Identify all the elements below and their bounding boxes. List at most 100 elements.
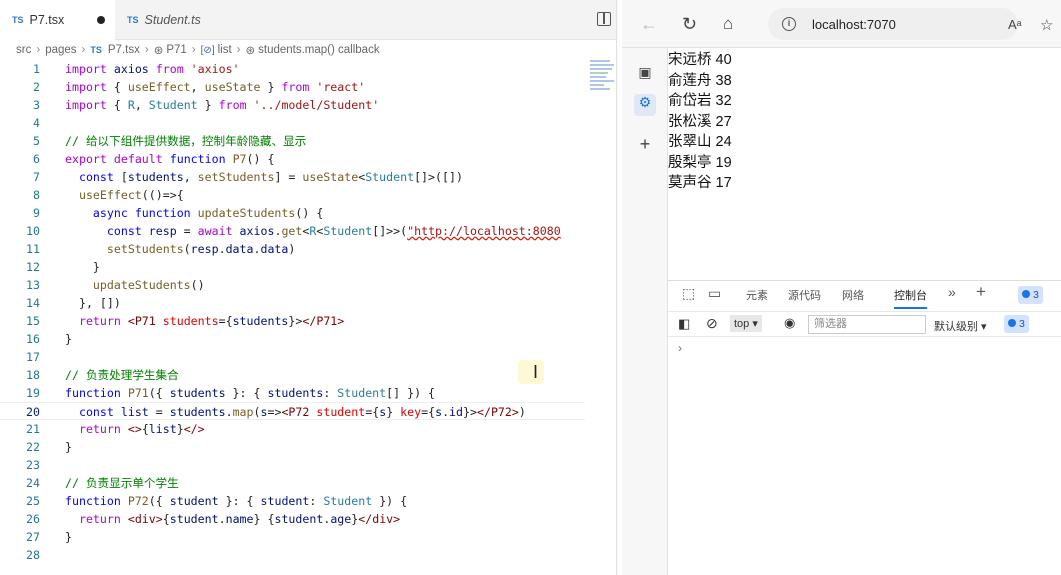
code-line: 19 function P71({ students }: { students:…	[26, 386, 436, 400]
site-info-icon[interactable]: i	[782, 17, 796, 31]
code-line: 2 import { useEffect, useState } from 're…	[33, 80, 366, 94]
tab-network[interactable]: 网络	[842, 287, 864, 303]
code-line: 7 const [students, setStudents] = useSta…	[33, 170, 463, 184]
tab-elements[interactable]: 元素	[746, 287, 768, 303]
context-value: top	[734, 318, 750, 330]
address-bar[interactable]: i localhost:7070	[768, 8, 1018, 40]
address-text: localhost:7070	[812, 16, 896, 32]
ts-file-icon: TS	[90, 45, 102, 55]
back-arrow-icon[interactable]: ←	[640, 14, 658, 35]
level-issues-count: 3	[1019, 318, 1025, 330]
live-expression-eye-icon[interactable]: ◉	[784, 315, 795, 331]
student-item: 莫声谷 17	[668, 175, 732, 191]
student-item: 宋远桥 40	[668, 52, 732, 68]
page-content: 宋远桥 40 俞莲舟 38 俞岱岩 32 张松溪 27 张翠山 24 殷梨亭 1…	[668, 50, 1061, 280]
log-level-select[interactable]: 默认级别 ▾	[934, 318, 987, 334]
devtools-tabs: ⬚ ▭ 元素 源代码 网络 控制台 » + 3	[668, 281, 1061, 309]
tab-p7-tsx[interactable]: TS P7.tsx	[0, 0, 115, 40]
breadcrumb-item[interactable]: P7.tsx	[108, 44, 140, 56]
refresh-icon[interactable]: ↻	[682, 14, 697, 35]
tab-label: Student.ts	[144, 13, 201, 27]
device-toggle-icon[interactable]: ▭	[708, 285, 721, 302]
browser-toolbar: ← ↻ ⌂ i localhost:7070 Aᵃ ☆	[622, 0, 1061, 48]
minimap[interactable]	[590, 60, 616, 100]
breadcrumb-item[interactable]: P71	[166, 44, 186, 56]
sidebar-toggle-icon[interactable]: ◧	[678, 316, 690, 332]
more-tabs-icon[interactable]: »	[948, 284, 956, 300]
tab-label: P7.tsx	[29, 13, 65, 27]
filter-input[interactable]: 筛选器	[808, 315, 926, 334]
code-line: 27}	[26, 530, 72, 544]
text-cursor-icon: I	[533, 362, 539, 382]
code-line: 14 }, [])	[26, 296, 121, 310]
issues-count: 3	[1033, 289, 1039, 301]
code-line: 28	[26, 548, 40, 562]
student-item: 俞莲舟 38	[668, 72, 732, 89]
split-editor-icon[interactable]	[597, 12, 611, 26]
code-line: 13 updateStudents()	[26, 278, 205, 292]
ts-file-icon: TS	[12, 15, 24, 25]
code-line: 24// 负责显示单个学生	[26, 476, 179, 490]
tabs-icon[interactable]: ▣	[634, 64, 656, 86]
code-line: 17	[26, 350, 40, 364]
home-icon[interactable]: ⌂	[723, 14, 733, 34]
student-item: 张翠山 24	[668, 134, 732, 150]
code-line: 8 useEffect(()=>{	[33, 188, 184, 202]
code-line: 18// 负责处理学生集合	[26, 368, 179, 382]
code-line-current: 20 const list = students.map(s=><P72 stu…	[0, 402, 585, 420]
code-line: 9 async function updateStudents() {	[33, 206, 324, 220]
clear-console-icon[interactable]: ⊘	[706, 315, 718, 332]
tab-console[interactable]: 控制台	[894, 287, 927, 309]
devtools-icon[interactable]: ⚙	[634, 94, 656, 116]
code-line: 25 function P72({ student }: { student: S…	[26, 494, 408, 508]
editor-tabs: TS P7.tsx TS Student.ts	[0, 0, 616, 40]
breadcrumb-item[interactable]: list	[218, 44, 232, 56]
breadcrumb-item[interactable]: pages	[45, 44, 76, 56]
code-line: 5// 给以下组件提供数据，控制年龄隐藏、显示	[33, 134, 307, 148]
context-select[interactable]: top ▾	[730, 315, 762, 332]
add-tab-icon[interactable]: +	[976, 282, 986, 302]
code-line: 12 }	[26, 260, 100, 274]
breadcrumb: src › pages › TS P7.tsx › ⊛ P71 › [⊘] list › …	[16, 44, 380, 57]
tab-sources[interactable]: 源代码	[788, 287, 821, 303]
console-prompt[interactable]: ›	[678, 341, 682, 355]
code-line: 4	[33, 116, 40, 130]
code-line: 23	[26, 458, 40, 472]
breadcrumb-item[interactable]: src	[16, 44, 31, 56]
tab-student-ts[interactable]: TS Student.ts	[115, 0, 225, 40]
cursor-highlight	[518, 360, 544, 384]
code-line: 1 import axios from 'axios'	[33, 62, 240, 76]
ts-file-icon: TS	[127, 15, 139, 25]
code-area[interactable]: 1 import axios from 'axios' 2 import { use…	[0, 60, 585, 564]
inspect-icon[interactable]: ⬚	[682, 285, 695, 302]
code-line: 15 return <P71 students={students}></P71…	[26, 314, 345, 328]
browser-sidebar: ▣ ⚙ +	[622, 48, 668, 575]
devtools-panel: ⬚ ▭ 元素 源代码 网络 控制台 » + 3 ◧ ⊘ top ▾ ◉ 筛选器 …	[668, 280, 1061, 575]
message-icon	[1008, 319, 1016, 327]
code-line: 3 import { R, Student } from '../model/St…	[33, 98, 380, 112]
code-editor[interactable]: TS P7.tsx TS Student.ts src › pages › TS P…	[0, 0, 617, 575]
component-icon: ⊛	[153, 45, 164, 57]
code-line: 26 return <div>{student.name} {student.a…	[26, 512, 401, 526]
browser-window: ← ↻ ⌂ i localhost:7070 Aᵃ ☆ ▣ ⚙ + 宋远桥 40…	[622, 0, 1061, 575]
message-icon	[1022, 290, 1030, 298]
student-item: 张松溪 27	[668, 113, 732, 130]
variable-icon: [⊘]	[200, 44, 215, 56]
issues-badge[interactable]: 3	[1018, 286, 1043, 304]
unsaved-dot-icon[interactable]	[97, 16, 105, 24]
breadcrumb-item[interactable]: students.map() callback	[258, 44, 379, 56]
code-line: 6 export default function P7() {	[33, 152, 275, 166]
student-item: 殷梨亭 19	[668, 154, 732, 171]
code-line: 10 const resp = await axios.get<R<Studen…	[26, 224, 561, 238]
favorite-add-icon[interactable]: ☆	[1040, 16, 1053, 34]
student-item: 俞岱岩 32	[668, 93, 732, 109]
code-line: 22}	[26, 440, 72, 454]
add-icon[interactable]: +	[634, 134, 656, 156]
read-aloud-icon[interactable]: Aᵃ	[1008, 17, 1022, 32]
console-toolbar: ◧ ⊘ top ▾ ◉ 筛选器 默认级别 ▾ 3	[668, 311, 1061, 337]
code-line: 11 setStudents(resp.data.data)	[26, 242, 296, 256]
log-level-value: 默认级别	[934, 321, 978, 333]
code-line: 21 return <>{list}</>	[26, 422, 205, 436]
component-icon: ⊛	[245, 45, 256, 57]
level-issues-badge[interactable]: 3	[1004, 315, 1029, 333]
